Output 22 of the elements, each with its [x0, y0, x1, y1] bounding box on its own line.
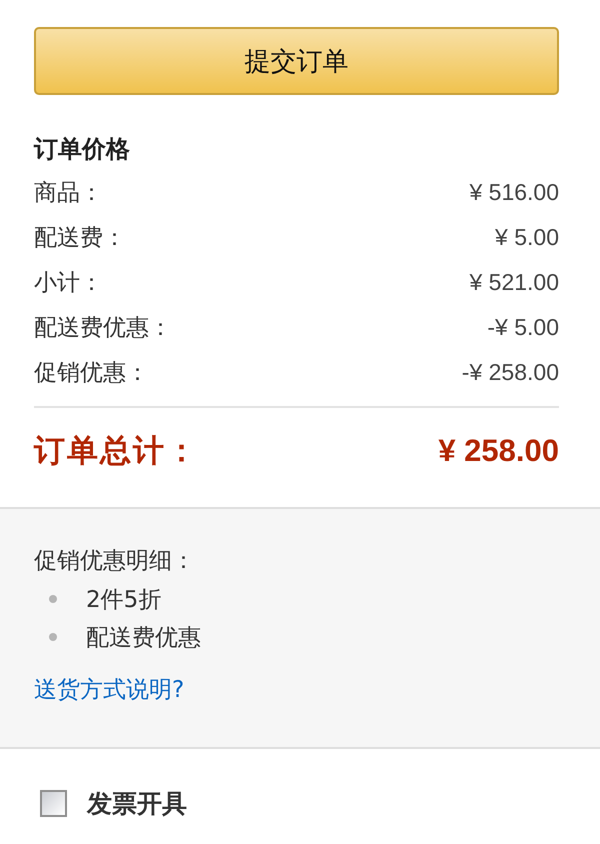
- price-label: 促销优惠：: [34, 359, 149, 388]
- price-value: ¥ 516.00: [469, 179, 559, 206]
- promotion-item: 配送费优惠: [86, 624, 201, 652]
- price-value: -¥ 258.00: [462, 359, 559, 386]
- bullet-dot-icon: [49, 633, 57, 641]
- price-label: 商品：: [34, 179, 103, 208]
- price-value: ¥ 521.00: [469, 269, 559, 296]
- order-price-heading: 订单价格: [34, 134, 131, 165]
- order-total-value: ¥ 258.00: [438, 433, 559, 469]
- promotion-item: 2件5折: [86, 586, 162, 614]
- price-label: 配送费优惠：: [34, 314, 172, 343]
- price-label: 配送费：: [34, 224, 126, 253]
- price-label: 小计：: [34, 269, 103, 298]
- promotion-details-title: 促销优惠明细：: [34, 547, 196, 576]
- order-total-label: 订单总计：: [34, 432, 199, 471]
- invoice-label: 发票开具: [87, 788, 187, 820]
- invoice-checkbox[interactable]: [40, 790, 67, 817]
- price-value: -¥ 5.00: [487, 314, 559, 341]
- submit-order-button[interactable]: 提交订单: [34, 27, 559, 95]
- price-value: ¥ 5.00: [495, 224, 559, 251]
- delivery-method-link[interactable]: 送货方式说明?: [34, 674, 184, 704]
- bullet-dot-icon: [49, 595, 57, 603]
